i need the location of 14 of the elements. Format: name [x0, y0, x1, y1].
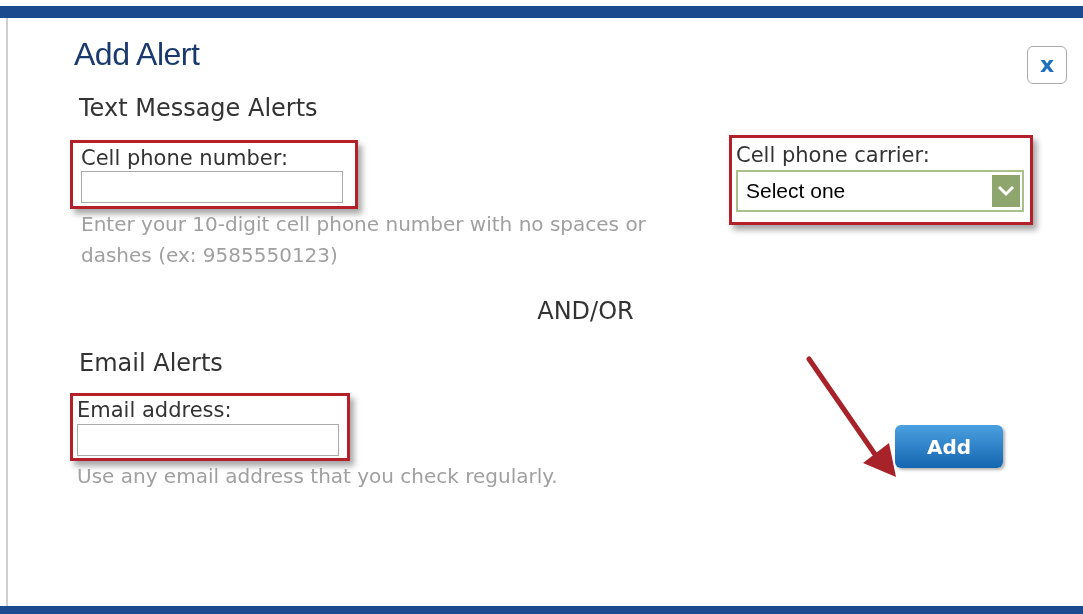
email-input[interactable] — [77, 424, 339, 456]
field-label: Cell phone number: — [81, 145, 289, 171]
add-button[interactable]: Add — [895, 425, 1003, 468]
section-heading: Email Alerts — [78, 348, 224, 379]
hint-text: Use any email address that you check regularly. — [76, 463, 559, 490]
carrier-select[interactable]: Select one — [736, 170, 1024, 212]
hint-text: Enter your 10-digit cell phone number with no spaces or dashes (ex: 9585550123) — [80, 211, 647, 269]
close-button[interactable]: x — [1027, 46, 1067, 84]
field-label: Cell phone carrier: — [736, 142, 931, 168]
separator-text: AND/OR — [536, 296, 634, 327]
field-label: Email address: — [77, 397, 233, 424]
dialog-title: Add Alert — [74, 35, 200, 74]
phone-input[interactable] — [81, 171, 343, 203]
section-heading: Text Message Alerts — [78, 93, 319, 124]
